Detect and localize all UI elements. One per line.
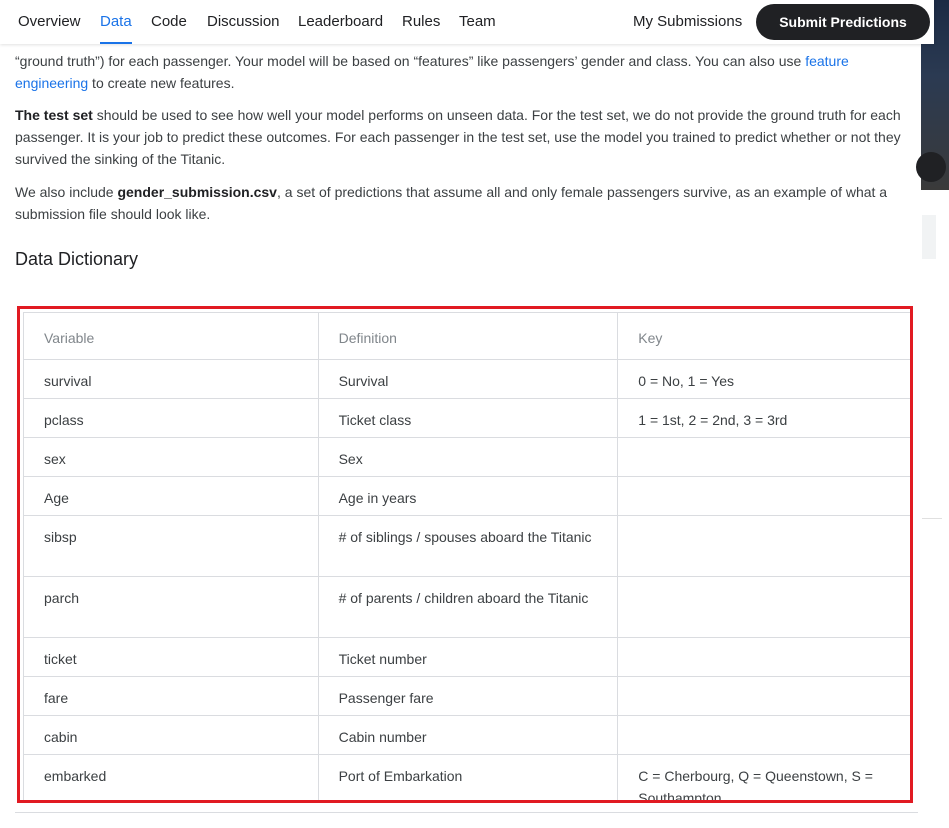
variable-cell: ticket <box>23 637 319 677</box>
table-header-row: Variable Definition Key <box>23 312 910 360</box>
table-row: sibsp # of siblings / spouses aboard the… <box>23 515 910 577</box>
table-row: ticket Ticket number <box>23 637 910 677</box>
column-header-definition: Definition <box>317 312 619 360</box>
definition-cell: # of parents / children aboard the Titan… <box>317 576 619 638</box>
definition-cell: Ticket class <box>317 398 619 438</box>
definition-cell: Passenger fare <box>317 676 619 716</box>
tab-team[interactable]: Team <box>459 13 496 30</box>
data-dictionary-heading: Data Dictionary <box>15 249 139 269</box>
key-cell: 0 = No, 1 = Yes <box>617 359 910 399</box>
data-dictionary-highlight: Variable Definition Key survival Surviva… <box>17 306 913 803</box>
definition-cell: Age in years <box>317 476 619 516</box>
key-cell <box>617 515 910 577</box>
gender-submission-filename: gender_submission.csv <box>117 184 277 200</box>
variable-cell: embarked <box>23 754 319 800</box>
table-row: cabin Cabin number <box>23 715 910 755</box>
side-panel-strip <box>922 215 936 259</box>
top-navigation: Overview Data Code Discussion Leaderboar… <box>0 0 934 44</box>
variable-cell: survival <box>23 359 319 399</box>
active-tab-indicator <box>100 42 132 44</box>
side-panel-button[interactable] <box>916 152 946 182</box>
tab-discussion[interactable]: Discussion <box>207 13 280 30</box>
key-cell <box>617 676 910 716</box>
key-cell <box>617 437 910 477</box>
column-header-variable: Variable <box>23 312 319 360</box>
variable-cell: pclass <box>23 398 319 438</box>
tab-leaderboard[interactable]: Leaderboard <box>298 13 383 30</box>
tab-code[interactable]: Code <box>151 13 187 30</box>
table-row: sex Sex <box>23 437 910 477</box>
key-cell <box>617 476 910 516</box>
data-dictionary-table: Variable Definition Key survival Surviva… <box>23 312 910 800</box>
variable-cell: cabin <box>23 715 319 755</box>
variable-cell: sibsp <box>23 515 319 577</box>
definition-cell: Sex <box>317 437 619 477</box>
key-cell: 1 = 1st, 2 = 2nd, 3 = 3rd <box>617 398 910 438</box>
my-submissions-link[interactable]: My Submissions <box>633 13 742 30</box>
definition-cell: Survival <box>317 359 619 399</box>
test-set-paragraph: The test set should be used to see how w… <box>15 107 901 167</box>
tab-data[interactable]: Data <box>100 13 132 30</box>
variable-cell: fare <box>23 676 319 716</box>
key-cell: C = Cherbourg, Q = Queenstown, S = South… <box>617 754 910 800</box>
training-set-paragraph: “ground truth”) for each passenger. Your… <box>15 53 849 91</box>
tab-rules[interactable]: Rules <box>402 13 440 30</box>
table-row: parch # of parents / children aboard the… <box>23 576 910 638</box>
definition-cell: Port of Embarkation <box>317 754 619 800</box>
table-row: pclass Ticket class 1 = 1st, 2 = 2nd, 3 … <box>23 398 910 438</box>
table-row: fare Passenger fare <box>23 676 910 716</box>
gender-submission-paragraph: We also include gender_submission.csv, a… <box>15 184 888 222</box>
definition-cell: # of siblings / spouses aboard the Titan… <box>317 515 619 577</box>
key-cell <box>617 576 910 638</box>
key-cell <box>617 637 910 677</box>
table-row: Age Age in years <box>23 476 910 516</box>
submit-predictions-button[interactable]: Submit Predictions <box>756 4 930 40</box>
key-cell <box>617 715 910 755</box>
column-header-key: Key <box>617 312 910 360</box>
variable-cell: sex <box>23 437 319 477</box>
variable-cell: parch <box>23 576 319 638</box>
table-row: survival Survival 0 = No, 1 = Yes <box>23 359 910 399</box>
variable-cell: Age <box>23 476 319 516</box>
test-set-label: The test set <box>15 107 93 123</box>
table-row: embarked Port of Embarkation C = Cherbou… <box>23 754 910 800</box>
tab-overview[interactable]: Overview <box>18 13 81 30</box>
table-bottom-border <box>15 812 918 813</box>
definition-cell: Ticket number <box>317 637 619 677</box>
definition-cell: Cabin number <box>317 715 619 755</box>
divider <box>922 518 942 519</box>
